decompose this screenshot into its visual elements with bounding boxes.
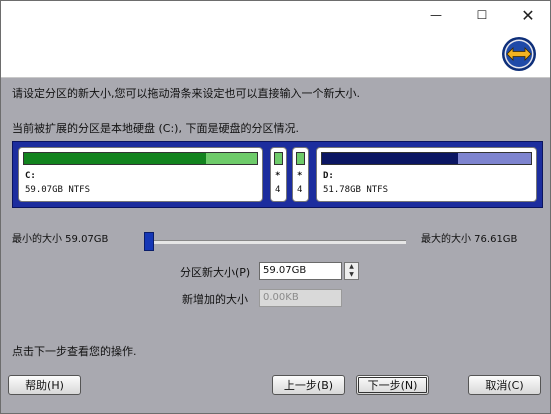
instruction-line-2: 当前被扩展的分区是本地硬盘 (C:), 下面是硬盘的分区情况. — [12, 122, 299, 135]
new-size-input[interactable]: 59.07GB — [259, 262, 342, 280]
wizard-window: — ☐ ✕ 请设定分区的新大小,您可以拖动滑条来设定也可以直接输入一个新大小. … — [0, 0, 551, 414]
usage-bar — [321, 152, 532, 165]
close-button[interactable]: ✕ — [505, 1, 550, 29]
partition-unallocated-2[interactable]: * 4 — [292, 147, 309, 202]
help-button[interactable]: 帮助(H) — [8, 375, 81, 395]
new-size-spinner[interactable]: ▲ ▼ — [344, 262, 359, 280]
usage-bar — [274, 152, 283, 165]
spin-up-icon[interactable]: ▲ — [345, 263, 358, 271]
partition-info: 4 — [297, 185, 303, 195]
partition-d[interactable]: D: 51.78GB NTFS — [316, 147, 537, 202]
back-button[interactable]: 上一步(B) — [272, 375, 345, 395]
spin-down-icon[interactable]: ▼ — [345, 271, 358, 279]
disk-resize-icon — [502, 37, 536, 71]
max-size-label: 最大的大小 76.61GB — [421, 234, 518, 245]
disk-map: C: 59.07GB NTFS * 4 * 4 D: 51.78GB NTFS — [12, 141, 543, 208]
partition-name: C: — [25, 171, 36, 181]
used-space — [322, 153, 458, 164]
min-size-label: 最小的大小 59.07GB — [12, 234, 109, 245]
partition-name: * — [297, 171, 303, 181]
maximize-button[interactable]: ☐ — [459, 1, 505, 29]
partition-unallocated-1[interactable]: * 4 — [270, 147, 287, 202]
partition-info: 51.78GB NTFS — [323, 185, 389, 195]
increase-size-label: 新增加的大小 — [182, 293, 248, 306]
size-slider-track[interactable] — [146, 240, 406, 244]
free-space — [457, 153, 531, 164]
usage-bar — [296, 152, 305, 165]
partition-info: 59.07GB NTFS — [25, 185, 91, 195]
free-space — [275, 153, 282, 164]
increase-size-field: 0.00KB — [259, 289, 342, 307]
usage-bar — [23, 152, 258, 165]
title-bar: — ☐ ✕ — [1, 1, 550, 78]
footer-hint: 点击下一步查看您的操作. — [12, 345, 137, 358]
partition-info: 4 — [275, 185, 281, 195]
free-space — [205, 153, 257, 164]
partition-name: * — [275, 171, 281, 181]
free-space — [297, 153, 304, 164]
cancel-button[interactable]: 取消(C) — [468, 375, 541, 395]
used-space — [24, 153, 206, 164]
minimize-button[interactable]: — — [413, 1, 459, 29]
partition-c[interactable]: C: 59.07GB NTFS — [18, 147, 263, 202]
instruction-line-1: 请设定分区的新大小,您可以拖动滑条来设定也可以直接输入一个新大小. — [12, 87, 360, 100]
new-size-label: 分区新大小(P) — [180, 266, 251, 279]
next-button[interactable]: 下一步(N) — [356, 375, 429, 395]
partition-name: D: — [323, 171, 334, 181]
size-slider-thumb[interactable] — [144, 232, 154, 251]
